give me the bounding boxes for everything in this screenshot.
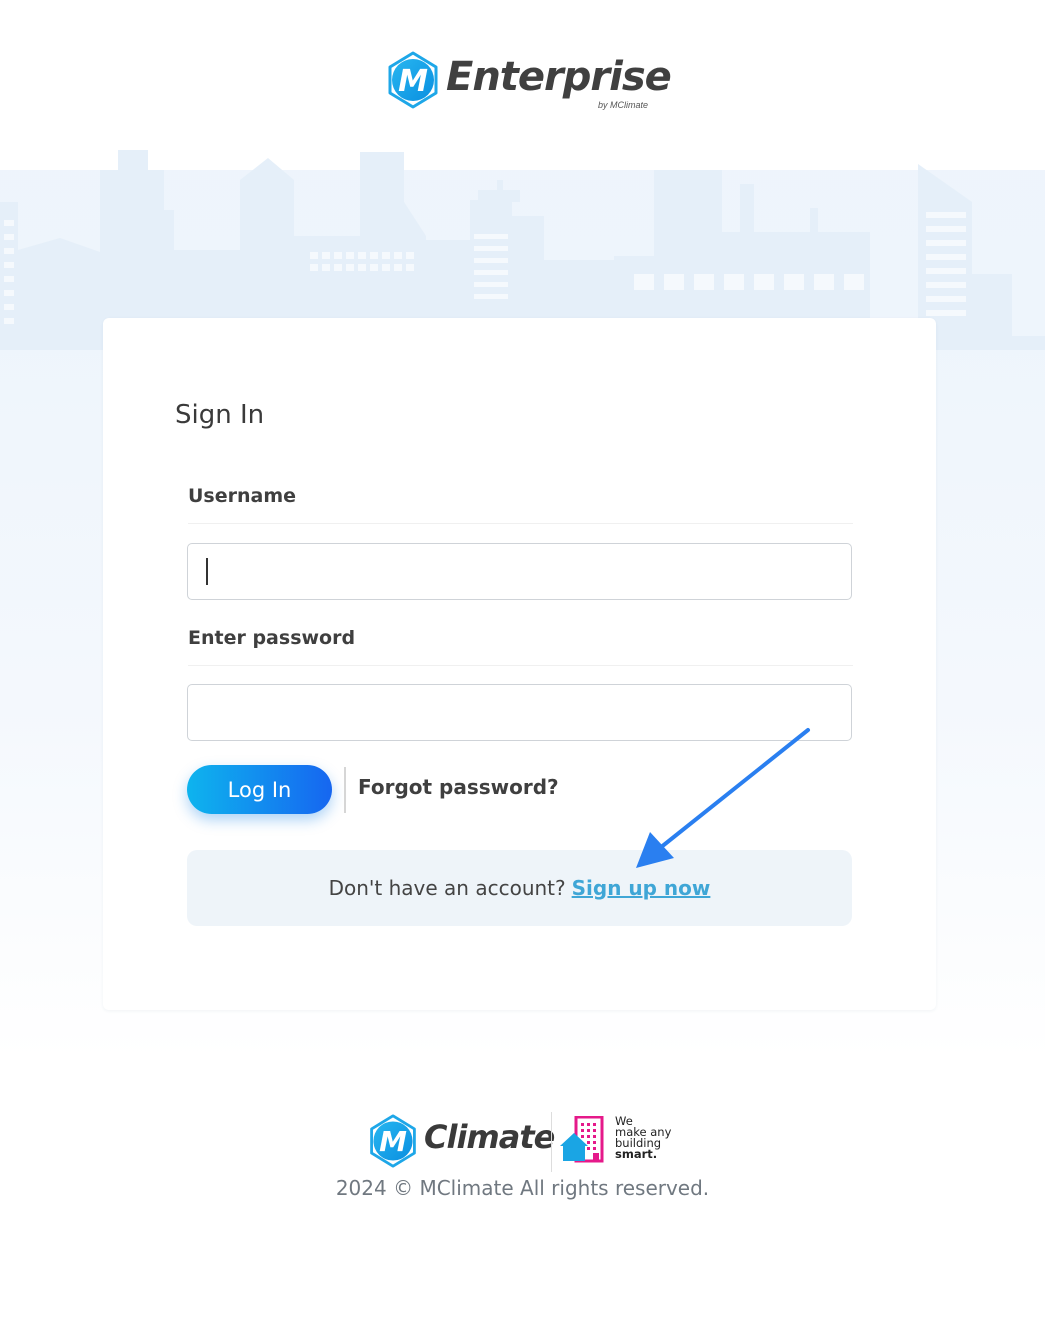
username-input[interactable] [187,543,852,600]
mclimate-badge-icon: M [370,1114,416,1168]
tagline-line: smart. [615,1147,658,1161]
login-card: Sign In Username Enter password Log In F… [103,318,936,1010]
button-divider [344,767,346,813]
text-caret [206,558,208,585]
forgot-password-link[interactable]: Forgot password? [358,775,559,799]
footer-logo: M Climate We make any building smart. [366,1110,686,1174]
svg-text:M: M [398,64,428,99]
byline: by MClimate [598,100,649,110]
tagline: We make any building smart. [615,1115,671,1161]
signup-prompt: Don't have an account? [328,876,566,900]
enterprise-wordmark: Enterprise [446,54,672,100]
mclimate-badge-icon: M [388,51,438,109]
svg-text:M: M [379,1125,407,1158]
page-title: Sign In [175,400,265,430]
annotation-arrow-icon [636,728,810,868]
username-label: Username [188,485,853,524]
footer-divider [551,1112,552,1172]
enterprise-logo: M Enterprise by MClimate [384,50,672,114]
login-button[interactable]: Log In [187,765,332,814]
password-label: Enter password [188,627,853,666]
climate-wordmark: Climate [424,1118,555,1156]
smart-building-icon [560,1116,604,1163]
copyright-text: 2024 © MClimate All rights reserved. [335,1176,710,1200]
